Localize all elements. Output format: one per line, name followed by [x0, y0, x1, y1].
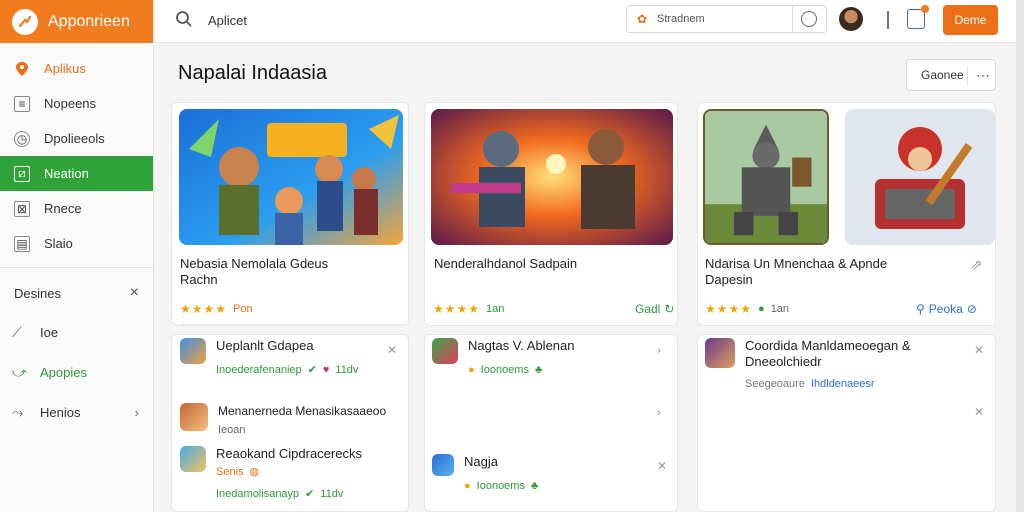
- app-list-card-2: Nagtas V. Ablenan ● Ioonoems ♣ › › Nagja ●…: [424, 334, 678, 512]
- check-icon: ✔: [305, 488, 315, 500]
- chevron-right-icon: ›: [134, 404, 139, 420]
- app-list-card-3: Coordida Manldameoegan & Dneeolchiedr Se…: [697, 334, 996, 512]
- expand-icon[interactable]: ›: [657, 343, 661, 357]
- list-item[interactable]: Reaokand Cipdracerecks Senis ◍ Inedamolis…: [180, 446, 362, 502]
- app-icon: [432, 454, 454, 476]
- more-icon[interactable]: ⋯: [976, 67, 990, 84]
- rating-row-2: ★★★★ 1an: [433, 302, 505, 316]
- search-icon[interactable]: [175, 10, 193, 28]
- calendar-icon: ⊠: [14, 200, 30, 217]
- share-icon: ⤻: [12, 363, 27, 380]
- app-badge-icon: ♣: [530, 480, 539, 492]
- sidebar: Apponrieen Aplikus ≡ Nopeens ◷ Dpolieeol…: [0, 0, 154, 512]
- expand-icon[interactable]: ›: [657, 405, 661, 419]
- notification-dot: [921, 5, 929, 13]
- game-art-3a: [703, 109, 829, 245]
- link-icon: ⊘: [966, 302, 977, 316]
- page-title: Napalai Indaasia: [178, 62, 327, 84]
- featured-card-2[interactable]: Nenderalhdanol Sadpain ★★★★ 1an Gadl ↻: [424, 102, 678, 326]
- rating-row-1: ★★★★ Pon: [180, 302, 253, 316]
- wrench-icon: ⟋: [12, 323, 22, 340]
- get-button[interactable]: Gadl ↻: [635, 302, 674, 316]
- sidebar-item-dpolieeols[interactable]: ◷ Dpolieeols: [0, 121, 153, 156]
- check-icon: ●: [758, 303, 765, 315]
- app-icon: [180, 338, 206, 364]
- list-item[interactable]: Ueplanlt Gdapea Inoederafenaniep ✔ ♥ 11dv: [180, 338, 358, 378]
- primary-button[interactable]: Deme: [943, 5, 998, 35]
- heart-icon: ♥: [322, 364, 330, 376]
- featured-card-3[interactable]: Ndarisa Un Mnenchaa & Apnde Dapesin ⇗ ★★…: [697, 102, 996, 326]
- top-bar: Aplicet ✿ Stradnem Deme: [155, 0, 1024, 43]
- list-item[interactable]: Nagja ● Ioonoems ♣: [432, 454, 538, 494]
- sidebar-item-neation[interactable]: ⧄ Neation: [0, 156, 153, 191]
- coin-icon: ●: [468, 364, 475, 376]
- app-list-card-1: Ueplanlt Gdapea Inoederafenaniep ✔ ♥ 11dv M…: [171, 334, 409, 512]
- doc-icon: ▤: [14, 235, 30, 252]
- sidebar-item-nopeens[interactable]: ≡ Nopeens: [0, 86, 153, 121]
- sidebar-link-ioe[interactable]: ⟋ Ioe: [0, 312, 153, 352]
- featured-title-1: Nebasia Nemolala Gdeus Rachn: [180, 256, 329, 287]
- brand-name: Apponrieen: [48, 12, 130, 30]
- list-icon: ≡: [14, 95, 30, 112]
- game-art-1: [179, 109, 403, 245]
- pin-icon: [14, 61, 30, 77]
- search-icon: ⚲: [916, 302, 925, 316]
- game-art-2: [431, 109, 673, 245]
- search-label[interactable]: Aplicet: [208, 13, 247, 28]
- sidebar-link-henios[interactable]: ⤳ Henios ›: [0, 392, 153, 432]
- list-item[interactable]: Menanerneda Menasikasaaeoo Ieoan: [180, 403, 386, 438]
- star-rating: ★★★★: [180, 302, 228, 316]
- sidebar-divider: [0, 267, 153, 268]
- app-store-icon: ✿: [637, 12, 648, 26]
- featured-title-3: Ndarisa Un Mnenchaa & Apnde Dapesin: [705, 256, 888, 287]
- sidebar-item-rnece[interactable]: ⊠ Rnece: [0, 191, 153, 226]
- sidebar-item-slaio[interactable]: ▤ Slaio: [0, 226, 153, 261]
- close-icon[interactable]: ✕: [387, 343, 397, 357]
- sidebar-link-apopies[interactable]: ⤻ Apopies: [0, 352, 153, 392]
- check-icon: ✔: [307, 364, 317, 376]
- clock-icon: ◷: [14, 130, 30, 147]
- share-icon[interactable]: ⇗: [970, 256, 983, 274]
- avatar[interactable]: [839, 7, 863, 31]
- rating-row-3: ★★★★ ● 1an: [705, 302, 790, 316]
- badge-icon: ◍: [249, 466, 260, 478]
- sidebar-nav: Aplikus ≡ Nopeens ◷ Dpolieeols ⧄ Neation…: [0, 43, 153, 261]
- app-icon: [432, 338, 458, 364]
- featured-card-1[interactable]: Nebasia Nemolala Gdeus Rachn ★★★★ Pon: [171, 102, 409, 326]
- sidebar-item-aplikus[interactable]: Aplikus: [0, 51, 153, 86]
- search-field[interactable]: ✿ Stradnem: [626, 5, 827, 33]
- close-icon[interactable]: ✕: [974, 405, 984, 419]
- list-item[interactable]: Nagtas V. Ablenan ● Ioonoems ♣: [432, 338, 575, 378]
- grid-icon: ⧄: [14, 165, 30, 182]
- game-art-3b: [845, 109, 995, 245]
- voice-search-icon[interactable]: [801, 11, 817, 27]
- app-badge-icon: ♣: [534, 364, 543, 376]
- app-icon: [180, 403, 208, 431]
- install-button[interactable]: ⚲ Peoka ⊘: [916, 302, 977, 316]
- app-icon: [705, 338, 735, 368]
- close-icon[interactable]: ×: [130, 284, 139, 302]
- sidebar-section-header: Desines ×: [14, 284, 139, 302]
- toolbar-divider: [887, 11, 889, 29]
- sort-dropdown[interactable]: Gaonee ⋯: [906, 59, 996, 91]
- close-icon[interactable]: ✕: [657, 459, 667, 473]
- featured-title-2: Nenderalhdanol Sadpain: [434, 256, 578, 271]
- refresh-icon: ↻: [664, 302, 675, 316]
- app-icon: [180, 446, 206, 472]
- logo-icon: [12, 8, 38, 35]
- brand-bar[interactable]: Apponrieen: [0, 0, 153, 43]
- close-icon[interactable]: ✕: [974, 343, 984, 357]
- coin-icon: ●: [464, 480, 471, 492]
- list-item[interactable]: Coordida Manldameoegan & Dneeolchiedr Se…: [705, 338, 935, 392]
- notification-icon[interactable]: [907, 5, 929, 29]
- scrollbar[interactable]: [1016, 0, 1024, 512]
- tag-icon: ⤳: [12, 403, 24, 420]
